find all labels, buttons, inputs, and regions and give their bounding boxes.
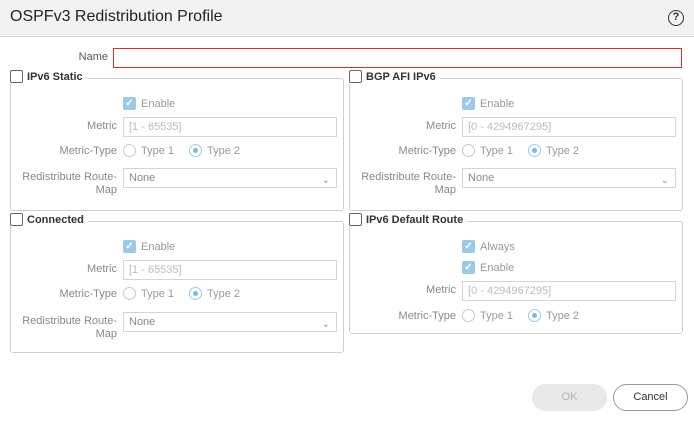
connected-panel: Connected ✓ Enable Metric Metric-Type Ty… [10,213,344,353]
ipv6-static-enable-label: Enable [141,97,176,110]
ipv6-default-route-enable-label: Enable [480,261,515,274]
ipv6-default-route-metric-input[interactable] [462,281,676,301]
bgp-afi-ipv6-type2-label: Type 2 [546,144,580,157]
ipv6-default-route-metric-type-group: Type 1 Type 2 [462,309,589,322]
connected-route-map-select[interactable]: None ⌄ [123,312,337,332]
chevron-down-icon: ⌄ [321,175,330,186]
bgp-afi-ipv6-metric-label: Metric [426,120,456,132]
dialog-title: OSPFv3 Redistribution Profile [10,8,223,25]
connected-type1-radio[interactable] [123,287,136,300]
ipv6-default-route-always-label: Always [480,240,515,253]
connected-metric-label: Metric [87,263,117,275]
bgp-afi-ipv6-enable-row: ✓ Enable [462,97,514,110]
ipv6-static-metric-type-group: Type 1 Type 2 [123,144,250,157]
bgp-afi-ipv6-enable-label: Enable [480,97,515,110]
ipv6-default-route-type2-label: Type 2 [546,309,580,322]
bgp-afi-ipv6-route-map-value: None [468,172,495,184]
bgp-afi-ipv6-panel: BGP AFI IPv6 ✓ Enable Metric Metric-Type… [349,70,683,211]
ipv6-default-route-type2-radio[interactable] [528,309,542,322]
bgp-afi-ipv6-route-map-label-2: Map [434,184,456,196]
ipv6-default-route-title: IPv6 Default Route [366,213,464,226]
ipv6-static-enable-checkbox[interactable]: ✓ [123,97,136,110]
name-label: Name [78,51,108,63]
bgp-afi-ipv6-title: BGP AFI IPv6 [366,70,436,83]
ipv6-static-enable-row: ✓ Enable [123,97,175,110]
ipv6-static-metric-label: Metric [87,120,117,132]
ipv6-static-panel: IPv6 Static ✓ Enable Metric Metric-Type … [10,70,344,211]
ipv6-static-type2-radio[interactable] [189,144,203,157]
ipv6-default-route-checkbox[interactable] [349,213,362,226]
bgp-afi-ipv6-metric-input[interactable] [462,117,676,137]
ipv6-default-route-metric-label: Metric [426,284,456,296]
ipv6-default-route-panel: IPv6 Default Route ✓ Always ✓ Enable Met… [349,213,683,334]
connected-type2-label: Type 2 [207,287,241,300]
connected-legend: Connected [10,213,88,226]
connected-route-map-label-2: Map [95,328,117,340]
connected-title: Connected [27,213,84,226]
ipv6-static-metric-type-label: Metric-Type [59,145,117,157]
connected-route-map-value: None [129,316,156,328]
connected-enable-label: Enable [141,240,176,253]
bgp-afi-ipv6-enable-checkbox[interactable]: ✓ [462,97,475,110]
ipv6-default-route-enable-checkbox[interactable]: ✓ [462,261,475,274]
ipv6-static-type1-label: Type 1 [141,144,175,157]
ipv6-default-route-type1-radio[interactable] [462,309,475,322]
ipv6-static-metric-input[interactable] [123,117,337,137]
connected-metric-type-group: Type 1 Type 2 [123,287,250,300]
dialog-titlebar: OSPFv3 Redistribution Profile ? [0,0,694,37]
chevron-down-icon: ⌄ [660,175,669,186]
bgp-afi-ipv6-metric-type-group: Type 1 Type 2 [462,144,589,157]
name-input[interactable] [113,48,682,68]
ipv6-default-route-always-row: ✓ Always [462,240,515,253]
connected-type1-label: Type 1 [141,287,175,300]
bgp-afi-ipv6-route-map-label-1: Redistribute Route- [361,171,456,183]
bgp-afi-ipv6-type1-label: Type 1 [480,144,514,157]
bgp-afi-ipv6-route-map-select[interactable]: None ⌄ [462,168,676,188]
connected-enable-checkbox[interactable]: ✓ [123,240,136,253]
ipv6-static-title: IPv6 Static [27,70,83,83]
ipv6-default-route-metric-type-label: Metric-Type [398,310,456,322]
help-icon[interactable]: ? [668,10,684,26]
bgp-afi-ipv6-type1-radio[interactable] [462,144,475,157]
connected-checkbox[interactable] [10,213,23,226]
chevron-down-icon: ⌄ [321,319,330,330]
ipv6-static-legend: IPv6 Static [10,70,87,83]
ipv6-static-type2-label: Type 2 [207,144,241,157]
ipv6-default-route-type1-label: Type 1 [480,309,514,322]
ipv6-default-route-enable-row: ✓ Enable [462,261,514,274]
connected-metric-input[interactable] [123,260,337,280]
bgp-afi-ipv6-legend: BGP AFI IPv6 [349,70,440,83]
connected-metric-type-label: Metric-Type [59,288,117,300]
bgp-afi-ipv6-metric-type-label: Metric-Type [398,145,456,157]
ipv6-static-route-map-label-1: Redistribute Route- [22,171,117,183]
ipv6-default-route-always-checkbox[interactable]: ✓ [462,240,475,253]
ipv6-static-checkbox[interactable] [10,70,23,83]
cancel-button[interactable]: Cancel [613,384,688,411]
ipv6-static-type1-radio[interactable] [123,144,136,157]
bgp-afi-ipv6-type2-radio[interactable] [528,144,542,157]
connected-route-map-label-1: Redistribute Route- [22,315,117,327]
connected-type2-radio[interactable] [189,287,203,300]
ok-button[interactable]: OK [532,384,607,411]
connected-enable-row: ✓ Enable [123,240,175,253]
ipv6-static-route-map-label-2: Map [95,184,117,196]
ipv6-static-route-map-select[interactable]: None ⌄ [123,168,337,188]
ipv6-static-route-map-value: None [129,172,156,184]
bgp-afi-ipv6-checkbox[interactable] [349,70,362,83]
ipv6-default-route-legend: IPv6 Default Route [349,213,468,226]
